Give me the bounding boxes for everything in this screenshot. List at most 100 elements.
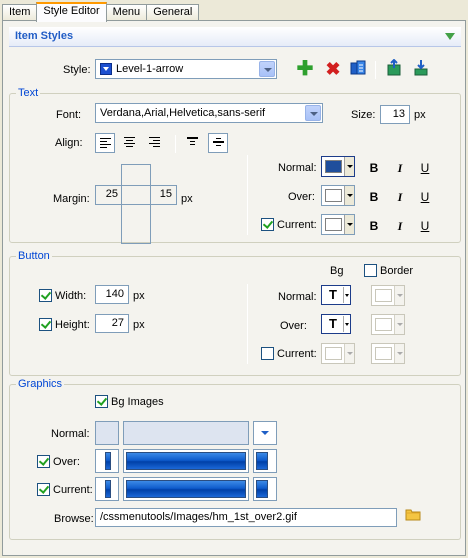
bold-button[interactable]: B bbox=[367, 219, 381, 233]
tab-strip: Item Style Editor Menu General bbox=[2, 2, 200, 22]
button-normal-bg-picker[interactable]: T bbox=[321, 285, 351, 305]
export-icon[interactable] bbox=[384, 58, 404, 79]
underline-button[interactable]: U bbox=[418, 219, 432, 233]
chevron-down-icon bbox=[394, 286, 404, 305]
graphics-current-checkbox[interactable] bbox=[37, 483, 50, 496]
border-header: Border bbox=[380, 265, 414, 277]
chevron-down-icon[interactable] bbox=[344, 186, 354, 205]
align-left-icon[interactable] bbox=[95, 133, 115, 153]
item-styles-header[interactable]: Item Styles bbox=[9, 27, 461, 47]
align-center-icon[interactable] bbox=[120, 133, 140, 153]
height-input[interactable]: 27 bbox=[95, 314, 129, 333]
valign-middle-icon[interactable] bbox=[208, 133, 228, 153]
underline-button[interactable]: U bbox=[418, 190, 432, 204]
normal-left-image[interactable] bbox=[95, 421, 119, 445]
normal-center-image[interactable] bbox=[123, 421, 249, 445]
bg-header: Bg bbox=[330, 265, 344, 277]
collapse-triangle-icon[interactable] bbox=[445, 33, 455, 40]
button-over-bg-picker[interactable]: T bbox=[321, 314, 351, 334]
chevron-down-icon[interactable] bbox=[344, 157, 354, 176]
font-value: Verdana,Arial,Helvetica,sans-serif bbox=[100, 107, 266, 119]
chevron-down-icon bbox=[394, 315, 404, 334]
color-swatch bbox=[325, 218, 342, 231]
color-swatch bbox=[375, 289, 392, 302]
size-unit: px bbox=[414, 109, 426, 121]
over-right-image[interactable] bbox=[253, 449, 277, 473]
text-divider bbox=[247, 155, 248, 235]
width-unit: px bbox=[133, 290, 145, 302]
align-right-icon[interactable] bbox=[145, 133, 165, 153]
bold-button[interactable]: B bbox=[367, 190, 381, 204]
text-over-label: Over: bbox=[288, 191, 315, 203]
button-over-label: Over: bbox=[280, 320, 307, 332]
chevron-down-icon bbox=[344, 344, 354, 363]
add-icon[interactable]: ✚ bbox=[295, 59, 315, 79]
margin-unit: px bbox=[181, 193, 193, 205]
bg-images-label: Bg Images bbox=[111, 396, 164, 408]
current-center-image[interactable] bbox=[123, 477, 249, 501]
width-label: Width: bbox=[55, 290, 87, 302]
bold-button[interactable]: B bbox=[367, 161, 381, 175]
font-select[interactable]: Verdana,Arial,Helvetica,sans-serif bbox=[95, 103, 323, 123]
browse-path-input[interactable]: /cssmenutools/Images/hm_1st_over2.gif bbox=[95, 508, 397, 527]
import-icon[interactable] bbox=[411, 59, 431, 79]
browse-label: Browse: bbox=[54, 513, 94, 525]
button-current-checkbox[interactable] bbox=[261, 347, 274, 360]
over-center-image[interactable] bbox=[123, 449, 249, 473]
underline-button[interactable]: U bbox=[418, 161, 432, 175]
margin-left-input[interactable]: 25 bbox=[96, 186, 122, 204]
style-editor-panel: Item Styles Style: Level-1-arrow ✚ ✖ Tex… bbox=[2, 20, 466, 556]
font-size-input[interactable]: 13 bbox=[380, 105, 410, 124]
chevron-down-icon[interactable] bbox=[344, 215, 354, 234]
graphics-current-label: Current: bbox=[53, 484, 93, 496]
text-normal-color-picker[interactable] bbox=[321, 156, 355, 177]
italic-button[interactable]: I bbox=[393, 219, 407, 234]
width-input[interactable]: 140 bbox=[95, 285, 129, 304]
style-swatch-icon bbox=[100, 63, 112, 75]
text-current-checkbox[interactable] bbox=[261, 218, 274, 231]
over-left-image[interactable] bbox=[95, 449, 119, 473]
style-label: Style: bbox=[63, 64, 91, 76]
font-label: Font: bbox=[56, 109, 82, 121]
height-checkbox[interactable] bbox=[39, 318, 52, 331]
tab-item[interactable]: Item bbox=[2, 4, 38, 21]
italic-button[interactable]: I bbox=[393, 161, 407, 176]
tab-style-editor[interactable]: Style Editor bbox=[36, 2, 107, 22]
chevron-down-icon[interactable] bbox=[343, 316, 349, 332]
chevron-down-icon[interactable] bbox=[305, 105, 321, 121]
text-over-color-picker[interactable] bbox=[321, 185, 355, 206]
style-value: Level-1-arrow bbox=[116, 63, 184, 75]
tab-general[interactable]: General bbox=[146, 4, 200, 21]
header-title: Item Styles bbox=[15, 30, 74, 42]
normal-right-image[interactable] bbox=[253, 421, 277, 445]
chevron-down-icon[interactable] bbox=[343, 287, 349, 303]
bg-images-checkbox[interactable] bbox=[95, 395, 108, 408]
button-over-border-picker bbox=[371, 314, 405, 335]
graphics-over-checkbox[interactable] bbox=[37, 455, 50, 468]
valign-top-icon[interactable] bbox=[183, 133, 203, 153]
transparent-icon: T bbox=[329, 287, 337, 302]
align-label: Align: bbox=[55, 137, 83, 149]
button-current-label: Current: bbox=[277, 348, 317, 360]
folder-icon[interactable] bbox=[403, 507, 423, 527]
size-label: Size: bbox=[351, 109, 376, 121]
text-group-title: Text bbox=[16, 87, 41, 99]
style-select[interactable]: Level-1-arrow bbox=[95, 59, 277, 79]
left-cap-image bbox=[105, 452, 111, 470]
tab-menu[interactable]: Menu bbox=[105, 4, 148, 21]
color-swatch bbox=[325, 160, 342, 173]
copy-icon[interactable] bbox=[348, 59, 368, 79]
chevron-down-icon[interactable] bbox=[259, 61, 275, 77]
width-checkbox[interactable] bbox=[39, 289, 52, 302]
left-cap-image bbox=[105, 480, 111, 498]
graphics-group-title: Graphics bbox=[16, 378, 65, 390]
italic-button[interactable]: I bbox=[393, 190, 407, 205]
text-current-color-picker[interactable] bbox=[321, 214, 355, 235]
current-left-image[interactable] bbox=[95, 477, 119, 501]
delete-icon[interactable]: ✖ bbox=[323, 59, 343, 79]
right-cap-image bbox=[256, 480, 268, 498]
graphics-over-label: Over: bbox=[53, 456, 80, 468]
margin-right-input[interactable]: 15 bbox=[150, 186, 176, 204]
current-right-image[interactable] bbox=[253, 477, 277, 501]
border-checkbox[interactable] bbox=[364, 264, 377, 277]
